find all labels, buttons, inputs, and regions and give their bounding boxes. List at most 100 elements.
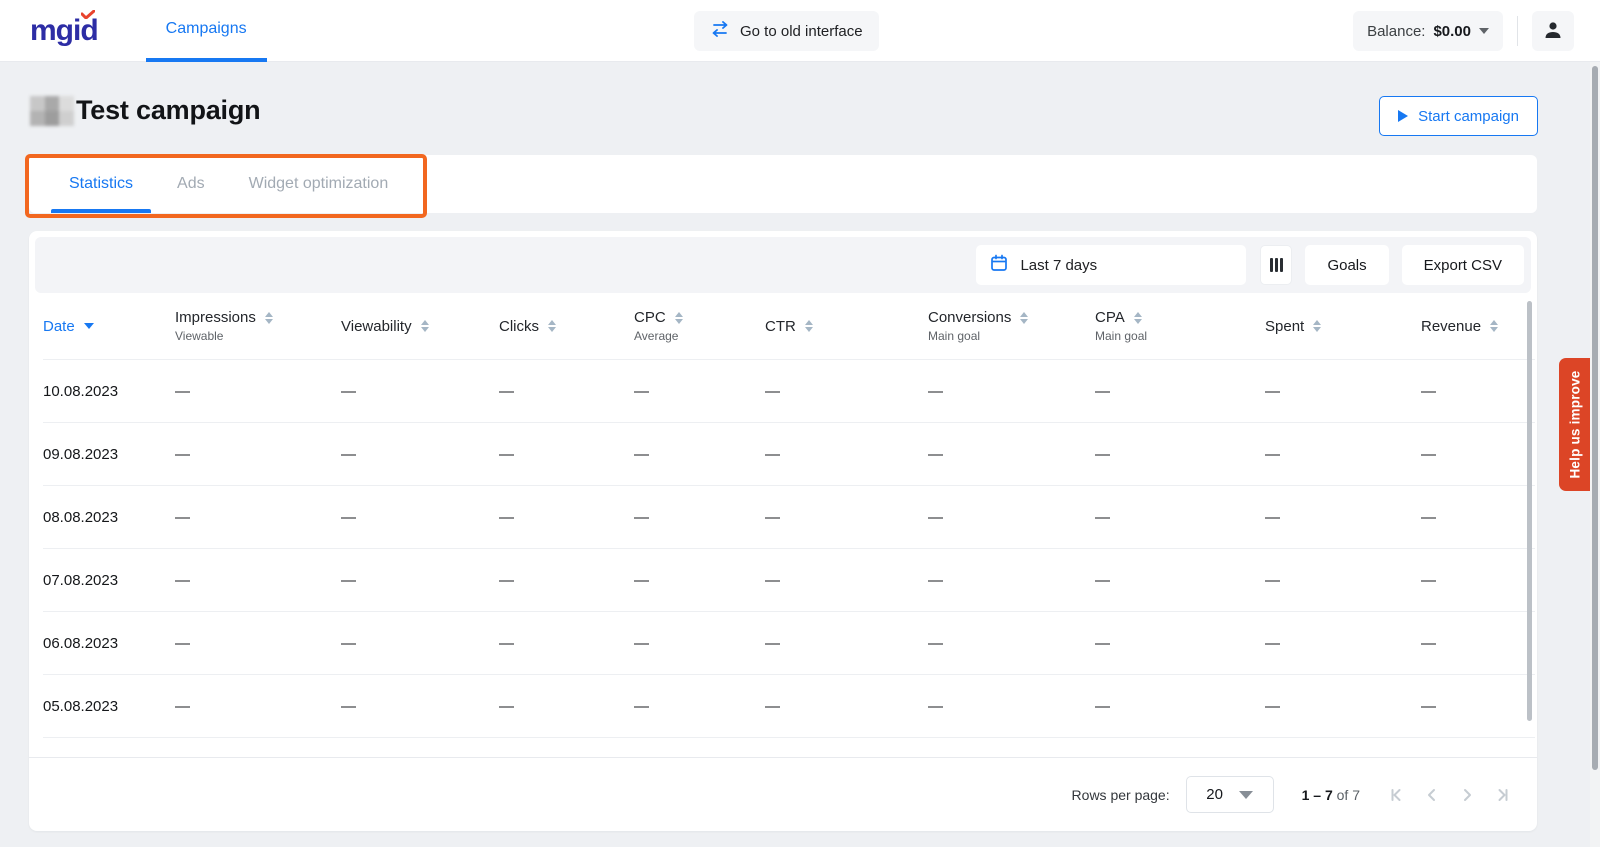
export-csv-button[interactable]: Export CSV bbox=[1402, 245, 1524, 285]
column-header-impressions[interactable]: ImpressionsViewable bbox=[175, 309, 341, 343]
table-row: 10.08.2023————————— bbox=[43, 359, 1535, 422]
metric-cell: — bbox=[341, 698, 499, 715]
user-icon bbox=[1542, 19, 1564, 44]
metric-cell: — bbox=[341, 446, 499, 463]
metric-cell: — bbox=[175, 635, 341, 652]
metric-cell: — bbox=[765, 383, 928, 400]
metric-cell: — bbox=[1095, 572, 1265, 589]
sort-toggle-icon[interactable] bbox=[805, 320, 813, 332]
metric-cell: — bbox=[1265, 635, 1421, 652]
sort-toggle-icon[interactable] bbox=[1490, 320, 1498, 332]
table-row: 06.08.2023————————— bbox=[43, 611, 1535, 674]
column-header-date[interactable]: Date bbox=[43, 318, 175, 335]
metric-cell: — bbox=[634, 446, 765, 463]
metric-cell: — bbox=[175, 572, 341, 589]
column-header-viewability[interactable]: Viewability bbox=[341, 318, 499, 335]
tab-widget-optimization[interactable]: Widget optimization bbox=[227, 155, 411, 213]
previous-page-icon[interactable] bbox=[1421, 784, 1443, 806]
nav-tab-campaigns-label: Campaigns bbox=[166, 20, 247, 38]
balance-label: Balance: bbox=[1367, 23, 1425, 40]
metric-cell: — bbox=[175, 446, 341, 463]
metric-cell: — bbox=[175, 383, 341, 400]
chevron-down-icon bbox=[1479, 28, 1489, 34]
goals-button[interactable]: Goals bbox=[1305, 245, 1388, 285]
column-header-cpa[interactable]: CPAMain goal bbox=[1095, 309, 1265, 343]
metric-cell: — bbox=[928, 509, 1095, 526]
metric-cell: — bbox=[175, 698, 341, 715]
metric-cell: — bbox=[341, 509, 499, 526]
user-profile-button[interactable] bbox=[1532, 11, 1574, 51]
metric-cell: — bbox=[1421, 635, 1535, 652]
sort-toggle-icon[interactable] bbox=[421, 320, 429, 332]
column-label: Viewability bbox=[341, 318, 412, 335]
metric-cell: — bbox=[928, 383, 1095, 400]
metric-cell: — bbox=[499, 635, 634, 652]
nav-tab-campaigns[interactable]: Campaigns bbox=[146, 0, 267, 62]
metric-cell: — bbox=[1095, 383, 1265, 400]
column-header-ctr[interactable]: CTR bbox=[765, 318, 928, 335]
column-label: Date bbox=[43, 318, 75, 335]
sort-toggle-icon[interactable] bbox=[265, 312, 273, 324]
pagination-range-bold: 1 – 7 bbox=[1302, 787, 1333, 803]
column-header-clicks[interactable]: Clicks bbox=[499, 318, 634, 335]
go-to-old-interface-label: Go to old interface bbox=[740, 23, 863, 40]
date-cell: 05.08.2023 bbox=[43, 698, 175, 715]
date-cell: 06.08.2023 bbox=[43, 635, 175, 652]
first-page-icon[interactable] bbox=[1386, 784, 1408, 806]
date-range-picker[interactable]: Last 7 days bbox=[976, 245, 1246, 285]
metric-cell: — bbox=[1265, 383, 1421, 400]
column-label: CTR bbox=[765, 318, 796, 335]
pagination-range: 1 – 7 of 7 bbox=[1302, 787, 1360, 803]
sort-toggle-icon[interactable] bbox=[548, 320, 556, 332]
sort-toggle-icon[interactable] bbox=[1134, 312, 1142, 324]
sort-toggle-icon[interactable] bbox=[1313, 320, 1321, 332]
chevron-down-icon bbox=[1239, 791, 1253, 799]
metric-cell: — bbox=[499, 572, 634, 589]
next-page-icon[interactable] bbox=[1456, 784, 1478, 806]
column-label: Spent bbox=[1265, 318, 1304, 335]
date-cell: 07.08.2023 bbox=[43, 572, 175, 589]
redacted-text bbox=[30, 96, 74, 126]
metric-cell: — bbox=[765, 446, 928, 463]
tab-statistics[interactable]: Statistics bbox=[47, 155, 155, 213]
statistics-panel: Last 7 days Goals Export CSV Date Impress… bbox=[29, 231, 1537, 831]
mgid-logo[interactable]: mgid bbox=[30, 14, 98, 48]
metric-cell: — bbox=[499, 509, 634, 526]
metric-cell: — bbox=[634, 572, 765, 589]
column-header-spent[interactable]: Spent bbox=[1265, 318, 1421, 335]
metric-cell: — bbox=[1265, 509, 1421, 526]
tab-ads[interactable]: Ads bbox=[155, 155, 227, 213]
column-header-cpc[interactable]: CPCAverage bbox=[634, 309, 765, 343]
swap-arrows-icon bbox=[710, 21, 730, 41]
column-header-conversions[interactable]: ConversionsMain goal bbox=[928, 309, 1095, 343]
sort-toggle-icon[interactable] bbox=[1020, 312, 1028, 324]
help-us-improve-tab[interactable]: Help us improve bbox=[1559, 358, 1592, 491]
metric-cell: — bbox=[634, 383, 765, 400]
balance-dropdown[interactable]: Balance: $0.00 bbox=[1353, 11, 1503, 51]
sort-toggle-icon[interactable] bbox=[675, 312, 683, 324]
page-scrollbar[interactable] bbox=[1592, 66, 1598, 770]
metric-cell: — bbox=[1095, 698, 1265, 715]
date-cell: 08.08.2023 bbox=[43, 509, 175, 526]
table-scrollbar[interactable] bbox=[1527, 301, 1532, 721]
pagination-range-rest: of 7 bbox=[1337, 787, 1360, 803]
column-label: CPC bbox=[634, 309, 666, 326]
metric-cell: — bbox=[1095, 635, 1265, 652]
column-header-revenue[interactable]: Revenue bbox=[1421, 318, 1535, 335]
sort-desc-icon[interactable] bbox=[84, 323, 94, 329]
page-title: Test campaign bbox=[76, 95, 260, 126]
metric-cell: — bbox=[1095, 509, 1265, 526]
columns-settings-button[interactable] bbox=[1260, 245, 1292, 285]
metric-cell: — bbox=[928, 572, 1095, 589]
metric-cell: — bbox=[1095, 446, 1265, 463]
pagination-controls bbox=[1386, 784, 1513, 806]
column-label: CPA bbox=[1095, 309, 1125, 326]
metric-cell: — bbox=[634, 698, 765, 715]
help-us-improve-label: Help us improve bbox=[1568, 370, 1583, 478]
rows-per-page-select[interactable]: 20 bbox=[1186, 776, 1274, 813]
metric-cell: — bbox=[341, 383, 499, 400]
start-campaign-button[interactable]: Start campaign bbox=[1379, 96, 1538, 136]
go-to-old-interface-button[interactable]: Go to old interface bbox=[694, 11, 879, 51]
date-cell: 10.08.2023 bbox=[43, 383, 175, 400]
last-page-icon[interactable] bbox=[1491, 784, 1513, 806]
